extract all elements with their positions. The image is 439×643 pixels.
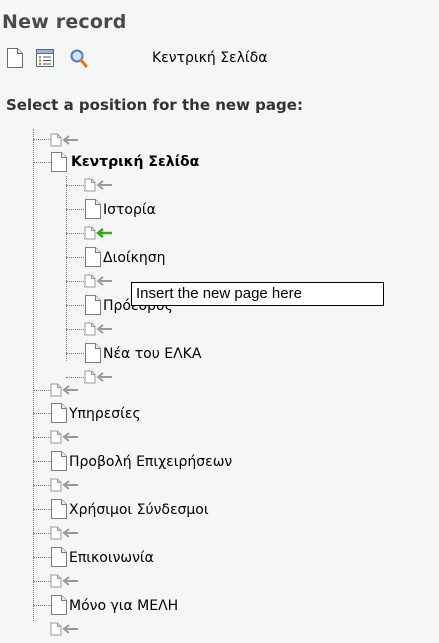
page-icon	[84, 294, 102, 316]
tree-connector	[66, 185, 86, 186]
tree-item[interactable]: Χρήσιμοι Σύνδεσμοι	[69, 501, 209, 519]
insert-position-button[interactable]	[50, 524, 86, 542]
insert-position-button[interactable]	[84, 368, 120, 386]
tree-connector	[66, 281, 86, 282]
tree-connector	[33, 129, 34, 621]
page-icon	[84, 342, 102, 364]
insert-position-button[interactable]	[50, 476, 86, 494]
insert-position-button-active[interactable]	[84, 224, 120, 242]
tree-connector	[66, 209, 86, 210]
tree-connector	[66, 176, 67, 361]
insert-position-button[interactable]	[50, 131, 86, 149]
page-icon	[50, 546, 68, 568]
tree-item[interactable]: Επικοινωνία	[69, 549, 154, 567]
page-tree: Κεντρική Σελίδα Ιστορία Διοίκηση Πρόεδρο…	[0, 0, 439, 643]
page-icon	[84, 246, 102, 268]
tree-connector	[66, 257, 86, 258]
tree-item-child[interactable]: Νέα του ΕΛΚΑ	[103, 345, 201, 363]
page-icon	[50, 402, 68, 424]
tree-item[interactable]: Υπηρεσίες	[69, 405, 141, 423]
tree-item-child[interactable]: Διοίκηση	[103, 249, 166, 267]
insert-position-button[interactable]	[84, 320, 120, 338]
insert-position-button[interactable]	[84, 176, 120, 194]
insert-position-button[interactable]	[50, 572, 86, 590]
page-icon	[50, 498, 68, 520]
tree-item[interactable]: Προβολή Επιχειρήσεων	[69, 453, 232, 471]
insert-position-button[interactable]	[84, 272, 120, 290]
tree-connector	[66, 329, 86, 330]
tree-item-child[interactable]: Ιστορία	[103, 201, 156, 219]
tree-item[interactable]: Μόνο για ΜΕΛΗ	[69, 597, 178, 615]
insert-position-button[interactable]	[50, 428, 86, 446]
page-icon	[50, 594, 68, 616]
tooltip: Insert the new page here	[131, 282, 384, 306]
insert-position-button[interactable]	[50, 620, 86, 638]
tree-connector	[66, 377, 86, 378]
tree-connector	[66, 353, 86, 354]
tree-connector	[66, 233, 86, 234]
tree-item-root[interactable]: Κεντρική Σελίδα	[71, 153, 199, 171]
insert-position-button[interactable]	[50, 381, 86, 399]
page-icon	[84, 198, 102, 220]
page-icon	[50, 450, 68, 472]
tree-connector	[66, 305, 86, 306]
page-icon	[50, 151, 68, 173]
